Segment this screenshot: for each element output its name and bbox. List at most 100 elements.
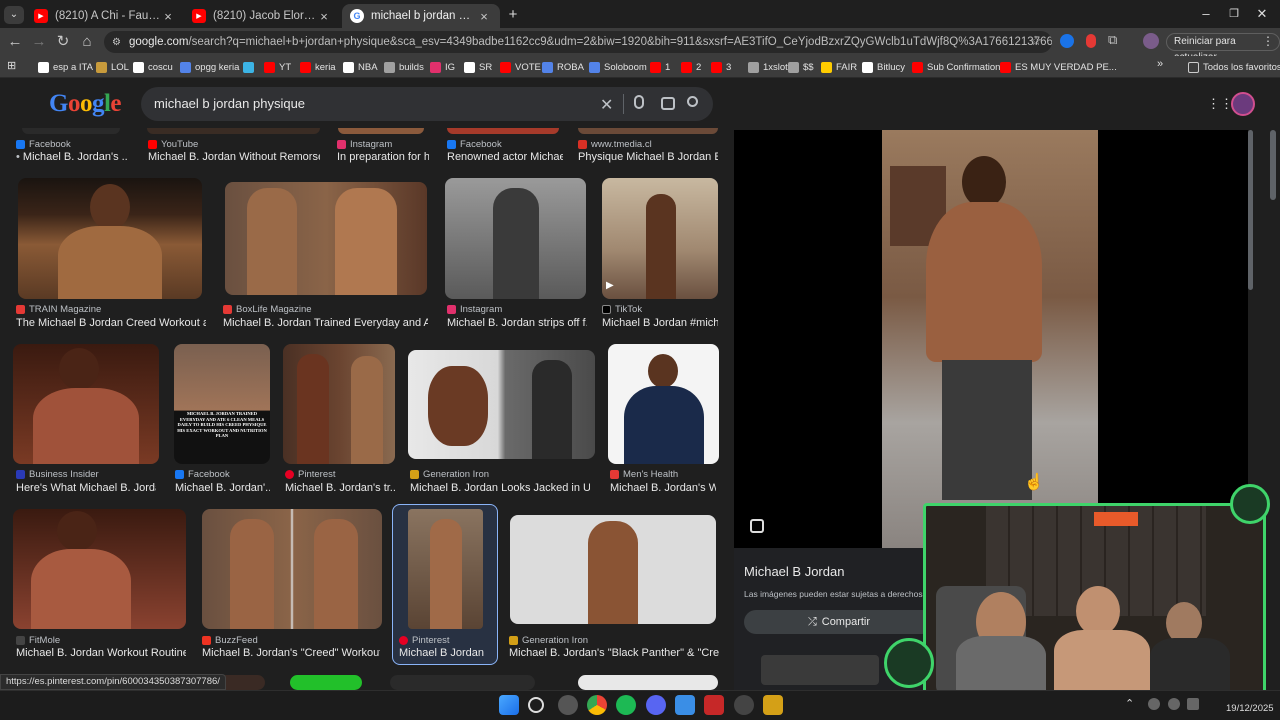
bookmark-item[interactable]: YT bbox=[264, 58, 291, 76]
result-title[interactable]: Michael B. Jordan'... bbox=[175, 482, 270, 494]
related-image[interactable] bbox=[761, 655, 879, 685]
share-button[interactable]: ⤮ Compartir bbox=[744, 610, 934, 634]
tray-chevron-icon[interactable]: ⌃ bbox=[1125, 697, 1134, 710]
taskbar-date[interactable]: 19/12/2025 bbox=[1226, 703, 1274, 714]
result-image[interactable] bbox=[445, 178, 586, 299]
bookmark-item[interactable]: Bitlucy bbox=[862, 58, 905, 76]
result-title[interactable]: Michael B. Jordan's "Black Panther" & "C… bbox=[509, 647, 719, 659]
result-title[interactable]: Michael B Jordan #mich... bbox=[602, 317, 718, 329]
home-icon[interactable]: ⌂ bbox=[75, 30, 99, 54]
bookmark-item[interactable]: SR bbox=[464, 58, 492, 76]
forward-icon[interactable]: → bbox=[27, 30, 51, 54]
menu-kebab-icon[interactable]: ⋮ bbox=[1262, 34, 1274, 48]
result-title[interactable]: Michael B. Jordan Trained Everyday and A… bbox=[223, 317, 428, 329]
result-image[interactable] bbox=[408, 509, 483, 629]
result-image[interactable] bbox=[18, 178, 202, 299]
search-icon[interactable] bbox=[687, 96, 698, 107]
result-image[interactable] bbox=[202, 509, 382, 629]
bookmark-item[interactable]: coscu bbox=[133, 58, 173, 76]
bookmark-item[interactable]: 1 bbox=[650, 58, 670, 76]
more-bookmarks-icon[interactable]: » bbox=[1157, 58, 1163, 70]
result-title[interactable]: In preparation for h... bbox=[337, 151, 429, 163]
account-avatar[interactable] bbox=[1231, 92, 1255, 116]
result-image[interactable] bbox=[447, 128, 559, 134]
clear-search-icon[interactable]: ✕ bbox=[600, 95, 613, 115]
bookmark-item[interactable]: LOL bbox=[96, 58, 129, 76]
all-favorites-folder[interactable]: Todos los favoritos bbox=[1188, 58, 1280, 76]
apps-grid-icon[interactable]: ⊞ bbox=[7, 59, 19, 72]
reload-icon[interactable]: ↻ bbox=[51, 30, 75, 54]
preview-image[interactable] bbox=[882, 130, 1098, 548]
result-title[interactable]: Michael B. Jordan strips off f... bbox=[447, 317, 587, 329]
lens-search-icon[interactable] bbox=[661, 97, 675, 110]
windows-start-icon[interactable] bbox=[499, 695, 519, 715]
result-image[interactable] bbox=[13, 344, 159, 464]
close-tab-icon[interactable]: × bbox=[316, 9, 332, 24]
result-title[interactable]: • Michael B. Jordan's ... bbox=[16, 151, 128, 163]
bookmark-item[interactable]: IG bbox=[430, 58, 455, 76]
bookmark-item[interactable]: 3 bbox=[711, 58, 731, 76]
voice-search-icon[interactable] bbox=[634, 95, 644, 109]
preview-title[interactable]: Michael B Jordan bbox=[744, 564, 844, 579]
result-image[interactable] bbox=[578, 675, 718, 690]
result-title[interactable]: Michael B. Jordan's W... bbox=[610, 482, 716, 494]
result-title[interactable]: Physique Michael B Jordan E... bbox=[578, 151, 718, 163]
result-title[interactable]: Michael B. Jordan's "Creed" Workout A... bbox=[202, 647, 380, 659]
chrome-icon[interactable] bbox=[587, 695, 607, 715]
tray-icon[interactable] bbox=[1187, 698, 1199, 710]
profile-avatar[interactable] bbox=[1143, 33, 1159, 49]
result-image[interactable] bbox=[608, 344, 719, 464]
spotify-icon[interactable] bbox=[616, 695, 636, 715]
bookmark-item[interactable]: opgg keria bbox=[180, 58, 239, 76]
result-title[interactable]: Michael B Jordan bbox=[399, 647, 495, 659]
taskbar-app-icon[interactable] bbox=[763, 695, 783, 715]
bookmark-item[interactable]: esp a ITA bbox=[38, 58, 93, 76]
result-title[interactable]: Michael B. Jordan Looks Jacked in Upp... bbox=[410, 482, 590, 494]
result-image[interactable] bbox=[390, 675, 535, 690]
notepad-icon[interactable] bbox=[675, 695, 695, 715]
bookmark-item[interactable]: keria bbox=[300, 58, 336, 76]
bookmark-item[interactable]: NBA bbox=[343, 58, 378, 76]
tab-fausto-leali[interactable]: ▶ (8210) A Chi - Fausto Leali - You × bbox=[26, 4, 184, 28]
close-tab-icon[interactable]: × bbox=[476, 9, 492, 24]
result-title[interactable]: Renowned actor Michae... bbox=[447, 151, 563, 163]
result-image[interactable] bbox=[283, 344, 395, 464]
result-image[interactable] bbox=[510, 515, 716, 624]
panel-scrollbar[interactable] bbox=[1248, 130, 1253, 290]
bookmark-item[interactable]: 2 bbox=[681, 58, 701, 76]
result-title[interactable]: Here's What Michael B. Jorda... bbox=[16, 482, 156, 494]
lens-icon[interactable] bbox=[750, 519, 764, 533]
bookmark-item[interactable]: Sub Confirmation bbox=[912, 58, 1000, 76]
obs-icon[interactable] bbox=[734, 695, 754, 715]
bookmark-item[interactable]: 1xslot bbox=[748, 58, 788, 76]
result-image[interactable] bbox=[290, 675, 362, 690]
bookmark-item[interactable]: ROBA bbox=[542, 58, 584, 76]
bookmark-item[interactable]: VOTE bbox=[500, 58, 541, 76]
result-title[interactable]: Michael B. Jordan Workout Routine ... bbox=[16, 647, 186, 659]
tab-jacob-elordi[interactable]: ▶ (8210) Jacob Elordi es ovacionad × bbox=[184, 4, 340, 28]
google-logo[interactable]: Google bbox=[49, 90, 121, 118]
bookmark-item[interactable]: builds bbox=[384, 58, 424, 76]
bookmark-item[interactable]: FAIR bbox=[821, 58, 857, 76]
close-tab-icon[interactable]: × bbox=[160, 9, 176, 24]
tray-icon[interactable] bbox=[1148, 698, 1160, 710]
tray-icon[interactable] bbox=[1168, 698, 1180, 710]
extensions-puzzle-icon[interactable]: ⧉ bbox=[1108, 32, 1124, 50]
close-window-icon[interactable]: ✕ bbox=[1246, 4, 1278, 24]
result-title[interactable]: The Michael B Jordan Creed Workout an... bbox=[16, 317, 206, 329]
bookmark-item[interactable]: $$ bbox=[788, 58, 814, 76]
address-bar[interactable]: ⚙ google.com/search?q=michael+b+jordan+p… bbox=[104, 31, 1052, 53]
discord-icon[interactable] bbox=[646, 695, 666, 715]
bookmark-item[interactable]: Soloboom bbox=[589, 58, 647, 76]
adobe-icon[interactable] bbox=[704, 695, 724, 715]
result-image[interactable] bbox=[225, 182, 427, 295]
result-image[interactable]: ▶ bbox=[602, 178, 718, 299]
result-image[interactable] bbox=[338, 128, 424, 134]
result-image[interactable]: MICHAEL B. JORDAN TRAINED EVERYDAY AND A… bbox=[174, 344, 270, 464]
back-icon[interactable]: ← bbox=[3, 30, 27, 54]
extension-record-icon[interactable] bbox=[1086, 34, 1096, 48]
result-image[interactable] bbox=[578, 128, 718, 134]
extension-audio-icon[interactable] bbox=[1060, 34, 1074, 48]
tab-google-search[interactable]: G michael b jordan physique - Bu × bbox=[342, 4, 500, 28]
new-tab-button[interactable]: + bbox=[504, 6, 522, 24]
